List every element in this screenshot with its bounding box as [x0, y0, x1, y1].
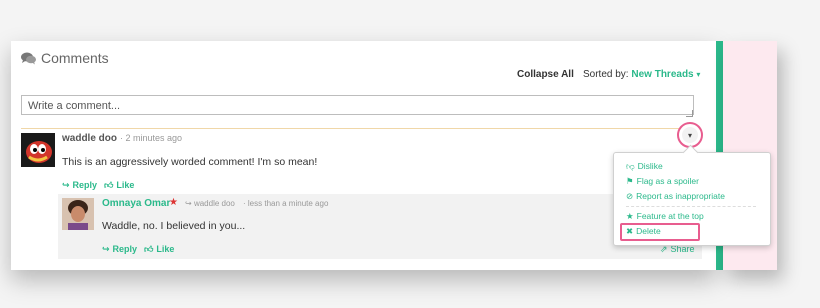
reply-author[interactable]: Omnaya Omar: [102, 198, 170, 209]
comments-header: Comments: [21, 50, 109, 66]
like-button[interactable]: 👍︎ Like: [144, 244, 174, 255]
comment-input[interactable]: Write a comment...: [21, 95, 694, 115]
like-icon: 👍︎: [144, 244, 154, 254]
menu-item-label: Flag as a spoiler: [636, 176, 699, 186]
delete-highlight: [620, 223, 700, 241]
like-icon: 👍︎: [104, 180, 114, 190]
resize-handle[interactable]: [686, 110, 693, 117]
menu-item-report[interactable]: ⊘ Report as inappropriate: [626, 191, 725, 202]
menu-item-flag-spoiler[interactable]: ⚑ Flag as a spoiler: [626, 176, 699, 187]
sort-value[interactable]: New Threads: [631, 69, 693, 80]
menu-item-label: Feature at the top: [636, 211, 704, 221]
reply-label: Reply: [112, 244, 138, 254]
thumbs-down-icon: 👎︎: [626, 161, 635, 171]
comment-body: This is an aggressively worded comment! …: [62, 156, 318, 168]
star-icon: ★: [169, 197, 178, 208]
like-button[interactable]: 👍︎ Like: [104, 180, 134, 191]
page-title: Comments: [41, 50, 109, 66]
reply-to-name: waddle doo: [193, 199, 235, 208]
reply-label: Reply: [72, 180, 98, 190]
star-icon: ★: [626, 211, 634, 221]
avatar[interactable]: [62, 198, 94, 230]
reply-to-icon: ↪: [185, 199, 192, 208]
reply-body: Waddle, no. I believed in you...: [102, 220, 246, 232]
comment-time: · 2 minutes ago: [120, 133, 183, 143]
menu-item-label: Dislike: [637, 161, 663, 171]
reply-icon: ↪: [102, 244, 110, 254]
reply-time: · less than a minute ago: [243, 199, 329, 208]
ban-icon: ⊘: [626, 191, 634, 201]
comments-icon: [21, 52, 36, 65]
reply-button[interactable]: ↪ Reply: [102, 244, 137, 255]
sort-label: Sorted by:: [583, 69, 629, 80]
divider: [21, 128, 693, 129]
menu-item-feature[interactable]: ★ Feature at the top: [626, 211, 704, 222]
reply-button[interactable]: ↪ Reply: [62, 180, 97, 191]
like-label: Like: [156, 244, 175, 254]
chevron-down-icon[interactable]: ▾: [696, 70, 700, 79]
reply-icon: ↪: [62, 180, 70, 190]
like-label: Like: [116, 180, 135, 190]
flag-icon: ⚑: [626, 176, 634, 186]
comment-author[interactable]: waddle doo: [62, 133, 117, 144]
reply-to[interactable]: ↪ waddle doo: [185, 199, 235, 208]
avatar[interactable]: [21, 133, 55, 167]
reply-time-text: less than a minute ago: [247, 199, 329, 208]
menu-item-dislike[interactable]: 👎︎ Dislike: [626, 161, 663, 172]
menu-divider: [626, 206, 756, 207]
chevron-down-icon: ▾: [682, 127, 698, 143]
sort-control[interactable]: Sorted by: New Threads ▾: [583, 69, 700, 80]
collapse-all-button[interactable]: Collapse All: [517, 69, 574, 80]
menu-item-label: Report as inappropriate: [636, 191, 725, 201]
comment-time-text: 2 minutes ago: [125, 133, 183, 143]
